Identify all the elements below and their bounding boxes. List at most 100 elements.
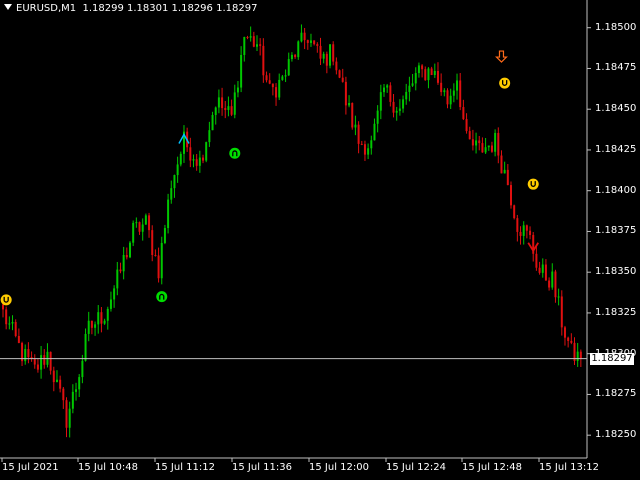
candle: [363, 140, 366, 161]
candle: [71, 384, 74, 414]
candle: [208, 121, 211, 147]
candle: [271, 83, 274, 96]
candle: [125, 247, 128, 260]
candle: [433, 63, 436, 78]
candle: [154, 249, 157, 257]
candle: [408, 76, 411, 102]
candle: [33, 354, 36, 369]
candle: [494, 129, 497, 157]
candle: [94, 321, 97, 336]
time-label: 15 Jul 11:36: [232, 462, 292, 473]
candle: [87, 311, 90, 342]
candle: [446, 88, 449, 109]
candle: [163, 224, 166, 245]
candle: [370, 135, 373, 155]
candle: [211, 111, 214, 131]
candle: [554, 269, 557, 303]
candle: [402, 95, 405, 113]
candle: [259, 38, 262, 56]
candle: [157, 247, 160, 283]
candle: [484, 137, 487, 154]
collapse-triangle-icon[interactable]: [4, 4, 12, 10]
candle: [141, 218, 144, 241]
candle: [309, 33, 312, 47]
candle: [36, 358, 39, 373]
candle: [8, 316, 11, 330]
candle: [354, 115, 357, 136]
candle: [30, 351, 33, 362]
candle: [173, 174, 176, 198]
candle: [500, 150, 503, 174]
candle: [236, 81, 239, 98]
candle: [440, 73, 443, 96]
candle: [122, 246, 125, 280]
candle: [529, 226, 532, 240]
candle: [389, 82, 392, 107]
candle: [567, 336, 570, 348]
candle: [81, 354, 84, 384]
candle: [398, 99, 401, 116]
time-label: 15 Jul 2021: [2, 462, 59, 473]
candle: [233, 84, 236, 119]
candle: [525, 224, 528, 239]
candle: [456, 73, 459, 100]
time-label: 15 Jul 12:48: [462, 462, 522, 473]
candle: [78, 374, 81, 398]
candle: [471, 129, 474, 151]
candle: [376, 105, 379, 133]
candle: [214, 106, 217, 125]
candle: [459, 73, 462, 111]
candle: [262, 38, 265, 83]
candle: [487, 145, 490, 151]
candle: [100, 307, 103, 333]
candle: [65, 397, 68, 438]
candle: [532, 231, 535, 262]
candle: [452, 83, 455, 103]
price-label: 1.18275: [595, 388, 637, 400]
candle: [205, 141, 208, 163]
candle: [424, 66, 427, 81]
candle: [113, 285, 116, 308]
candle: [449, 88, 452, 110]
candle: [551, 263, 554, 290]
candle: [59, 375, 62, 393]
chart-axes: [0, 0, 588, 459]
symbol-timeframe: EURUSD,M1: [16, 3, 77, 14]
green-circle-signal-icon: [156, 291, 168, 303]
candle: [373, 118, 376, 141]
price-chart[interactable]: [0, 0, 640, 480]
candle: [395, 106, 398, 121]
candle: [195, 154, 198, 171]
time-label: 15 Jul 13:12: [539, 462, 599, 473]
candle: [560, 290, 563, 336]
candle: [557, 288, 560, 306]
candle: [519, 226, 522, 245]
candle: [535, 244, 538, 271]
candle: [176, 156, 179, 183]
candle: [522, 221, 525, 245]
price-label: 1.18500: [595, 21, 637, 33]
candle: [40, 346, 43, 379]
candle: [160, 236, 163, 285]
candle: [129, 241, 131, 259]
chart-window[interactable]: EURUSD,M1 1.18299 1.18301 1.18296 1.1829…: [0, 0, 640, 480]
candle: [427, 67, 430, 89]
candles-layer: [2, 24, 582, 438]
candle: [243, 36, 246, 62]
candle: [135, 217, 138, 228]
candle: [202, 154, 205, 164]
candle: [268, 73, 271, 85]
candle: [563, 325, 566, 346]
price-label: 1.18400: [595, 184, 637, 196]
price-label: 1.18375: [595, 225, 637, 237]
candle: [221, 87, 224, 116]
candle: [148, 212, 151, 238]
candle: [287, 52, 290, 77]
candle: [544, 259, 547, 281]
candle: [360, 140, 363, 146]
candle: [17, 328, 20, 344]
candle: [475, 132, 478, 154]
candle: [421, 64, 424, 78]
candle: [46, 343, 49, 368]
green-circle-signal-icon: [229, 147, 241, 159]
